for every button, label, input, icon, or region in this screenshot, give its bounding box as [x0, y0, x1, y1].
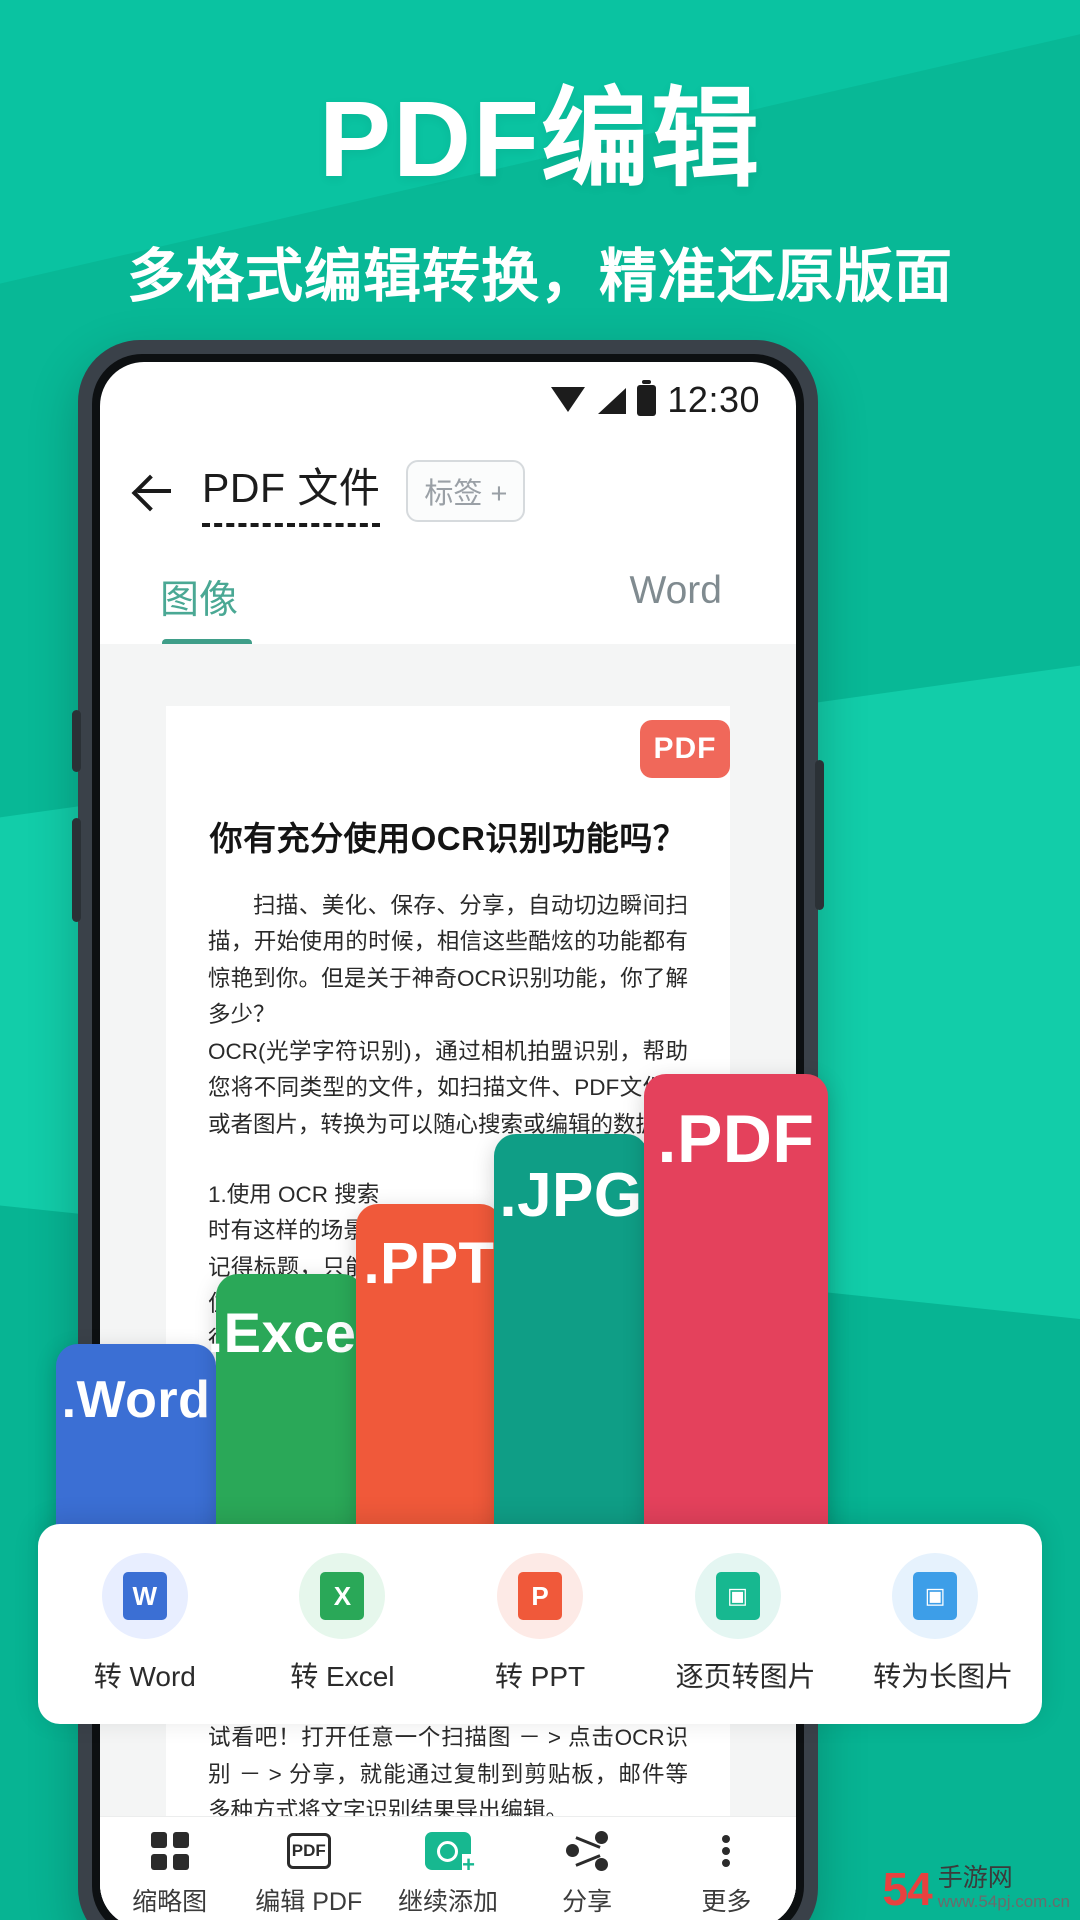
format-card-label: .PDF	[657, 1101, 815, 1177]
excel-icon: X	[299, 1553, 386, 1639]
add-scan-camera-icon	[389, 1827, 507, 1876]
bottom-toolbar: 缩略图 PDF 编辑 PDF 继续添加	[100, 1816, 796, 1920]
more-dots-icon	[667, 1827, 785, 1875]
toolbar-label: 缩略图	[132, 1888, 208, 1916]
document-title[interactable]: PDF 文件	[202, 454, 381, 527]
app-header: PDF 文件 标签 +	[100, 438, 796, 527]
sheet-item-to-excel[interactable]: X 转 Excel	[280, 1553, 404, 1695]
format-card-label: .JPG	[499, 1161, 643, 1230]
phone-volume-button	[72, 818, 81, 922]
tab-image[interactable]: 图像	[160, 569, 441, 651]
phone-mute-button	[72, 710, 81, 772]
sheet-item-label: 转 Word	[93, 1661, 196, 1692]
phone-power-button	[815, 760, 824, 910]
toolbar-label: 更多	[701, 1888, 752, 1916]
sheet-item-label: 转 Excel	[290, 1661, 395, 1692]
toolbar-item-edit-pdf[interactable]: PDF 编辑 PDF	[250, 1827, 368, 1918]
tab-bar: 图像 Word	[100, 569, 796, 651]
tab-word[interactable]: Word	[441, 569, 736, 651]
document-paragraph: 扫描、美化、保存、分享，自动切边瞬间扫描，开始使用的时候，相信这些酷炫的功能都有…	[208, 893, 688, 1028]
sheet-item-to-ppt[interactable]: P 转 PPT	[478, 1553, 602, 1695]
word-icon: W	[101, 1553, 188, 1639]
sheet-item-label: 转为长图片	[873, 1661, 1014, 1692]
battery-icon	[637, 379, 657, 416]
toolbar-label: 分享	[562, 1888, 613, 1916]
wifi-icon	[551, 387, 586, 413]
back-arrow-icon[interactable]	[130, 468, 176, 514]
long-image-icon: ▣	[892, 1553, 979, 1639]
sheet-item-pages-to-image[interactable]: ▣ 逐页转图片	[675, 1553, 816, 1695]
status-bar: 12:30	[100, 362, 796, 438]
status-time: 12:30	[667, 379, 760, 420]
tab-image-label: 图像	[160, 579, 239, 622]
hero-title: PDF编辑	[318, 78, 761, 199]
tab-word-label: Word	[629, 569, 722, 612]
format-card-pdf: .PDF	[644, 1074, 828, 1590]
thumbnail-grid-icon	[111, 1827, 229, 1875]
sheet-item-to-word[interactable]: W 转 Word	[83, 1553, 207, 1695]
watermark-number: 54	[882, 1863, 933, 1915]
toolbar-item-add-scan[interactable]: 继续添加	[389, 1827, 507, 1918]
watermark: 54 手游网 www.54pj.com.cn	[882, 1863, 1070, 1915]
hero-subtitle: 多格式编辑转换，精准还原版面	[126, 243, 953, 309]
toolbar-item-more[interactable]: 更多	[667, 1827, 785, 1918]
edit-pdf-icon: PDF	[250, 1827, 368, 1875]
add-tag-chip[interactable]: 标签 +	[406, 459, 526, 522]
pdf-badge: PDF	[640, 720, 730, 778]
toolbar-label: 编辑 PDF	[255, 1888, 363, 1916]
signal-icon	[596, 387, 627, 414]
toolbar-item-thumbnail[interactable]: 缩略图	[111, 1827, 229, 1918]
sheet-item-to-long-image[interactable]: ▣ 转为长图片	[873, 1553, 1014, 1695]
format-card-label: .Word	[61, 1371, 211, 1429]
toolbar-item-share[interactable]: 分享	[528, 1827, 646, 1918]
hero-section: PDF编辑 多格式编辑转换，精准还原版面	[0, 0, 1080, 313]
format-cards-group: .Word .Excel .PPT .JPG .PDF	[0, 1070, 1080, 1590]
sheet-item-label: 转 PPT	[494, 1661, 586, 1692]
format-card-jpg: .JPG	[494, 1134, 648, 1590]
toolbar-label: 继续添加	[397, 1888, 498, 1916]
image-page-icon: ▣	[694, 1553, 781, 1639]
ppt-icon: P	[496, 1553, 583, 1639]
watermark-sub: www.54pj.com.cn	[937, 1892, 1070, 1911]
watermark-text: 手游网	[937, 1863, 1013, 1892]
document-heading: 你有充分使用OCR识别功能吗？	[209, 820, 687, 857]
convert-action-sheet: W 转 Word X 转 Excel P 转 PPT ▣ 逐页转图片 ▣ 转为长…	[38, 1524, 1042, 1724]
share-icon	[528, 1827, 646, 1875]
sheet-item-label: 逐页转图片	[675, 1661, 816, 1692]
format-card-label: .Excel	[207, 1301, 373, 1364]
format-card-label: .PPT	[363, 1231, 495, 1296]
